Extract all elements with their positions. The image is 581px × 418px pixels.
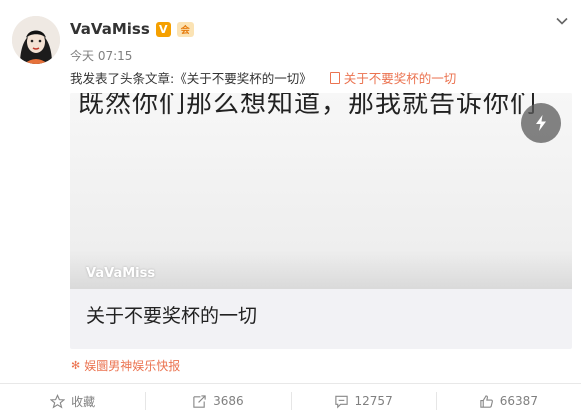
article-cover[interactable]: 既然你们那么想知道，那我就告诉你们 VaVaMiss <box>70 93 572 289</box>
repost-count: 3686 <box>213 394 244 408</box>
article-link-label: 关于不要奖杯的一切 <box>343 71 457 86</box>
cover-text: 既然你们那么想知道，那我就告诉你们 <box>78 93 538 119</box>
member-badge[interactable]: 会 <box>176 21 194 37</box>
source-label: 娱圜男神娱乐快报 <box>84 359 181 373</box>
repost-icon <box>193 394 206 408</box>
post-time[interactable]: 今天 07:15 <box>70 47 132 64</box>
star-icon <box>50 393 66 409</box>
action-bar: 收藏 3686 12757 66387 <box>0 383 581 418</box>
like-button[interactable]: 66387 <box>435 384 581 418</box>
article-title[interactable]: 关于不要奖杯的一切 <box>86 301 257 328</box>
repost-button[interactable]: 3686 <box>145 384 290 418</box>
comment-count: 12757 <box>354 394 393 408</box>
source-row[interactable]: ✻ 娱圜男神娱乐快报 <box>71 357 180 374</box>
author-name[interactable]: VaVaMiss <box>70 20 150 38</box>
post-body: 我发表了头条文章:《关于不要奖杯的一切》 <box>70 71 312 86</box>
author-row: VaVaMiss V 会 <box>70 20 194 38</box>
favorite-label: 收藏 <box>71 394 96 409</box>
like-count: 66387 <box>499 394 538 408</box>
favorite-button[interactable]: 收藏 <box>0 384 145 418</box>
article-link[interactable]: 关于不要奖杯的一切 <box>329 71 457 86</box>
post-text: 我发表了头条文章:《关于不要奖杯的一切》 关于不要奖杯的一切 <box>70 68 456 87</box>
article-card[interactable]: 既然你们那么想知道，那我就告诉你们 VaVaMiss 关于不要奖杯的一切 <box>70 93 572 349</box>
source-icon: ✻ <box>71 359 81 372</box>
lightning-icon <box>536 115 546 131</box>
vip-badge[interactable]: V <box>155 21 171 37</box>
chevron-down-icon[interactable] <box>555 14 569 28</box>
cover-author: VaVaMiss <box>86 266 156 281</box>
avatar[interactable] <box>12 16 60 64</box>
lightning-button[interactable] <box>521 103 561 143</box>
doc-icon <box>329 72 340 84</box>
comment-button[interactable]: 12757 <box>290 384 436 418</box>
like-icon <box>480 394 493 408</box>
comment-icon <box>334 395 348 408</box>
